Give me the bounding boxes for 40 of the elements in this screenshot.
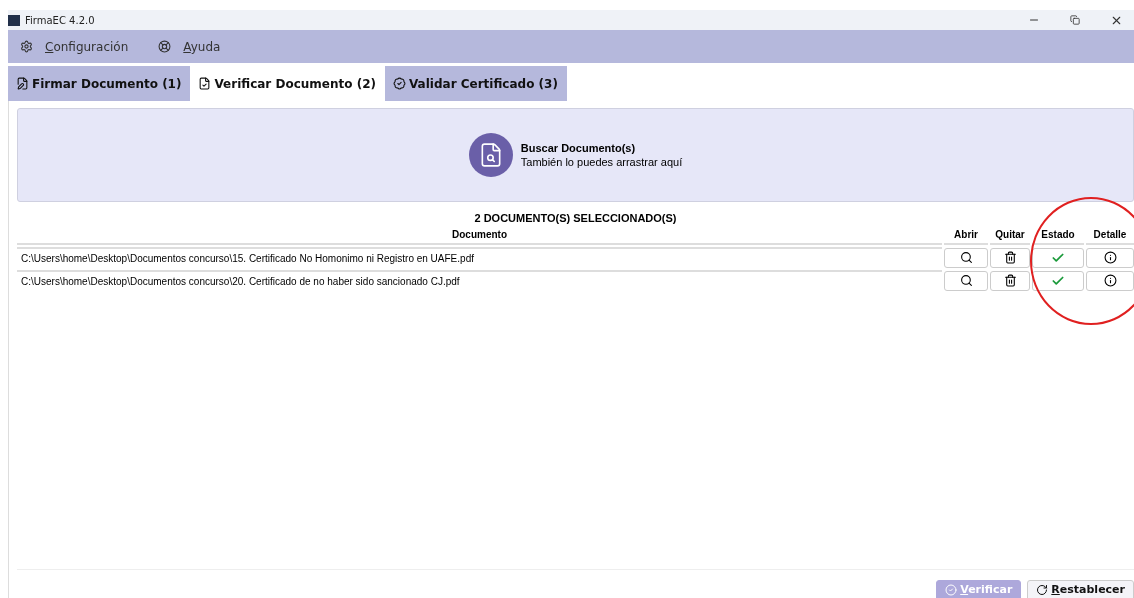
tab[interactable]: Firmar Documento (1) bbox=[8, 66, 191, 101]
search-icon bbox=[959, 274, 973, 287]
settings-icon bbox=[20, 40, 33, 53]
info-icon bbox=[1103, 274, 1117, 287]
table-cell: C:\Users\home\Desktop\Documentos concurso\20. Certificado de no haber sido sancionado CJ.pdf bbox=[17, 270, 942, 291]
remove-button[interactable] bbox=[990, 270, 1030, 291]
reset-button[interactable]: Restablecer bbox=[1027, 580, 1134, 598]
window-title: FirmaEC 4.2.0 bbox=[25, 14, 96, 26]
check-circle-icon bbox=[945, 583, 958, 596]
drop-zone-hint: También lo puedes arrastrar aquí bbox=[520, 156, 683, 168]
info-icon bbox=[1103, 251, 1117, 264]
search-icon bbox=[959, 251, 973, 264]
trash-icon bbox=[1003, 274, 1017, 287]
column-header: Documento bbox=[17, 227, 942, 245]
table-cell: C:\Users\home\Desktop\Documentos concurso\15. Certificado No Homonimo ni Registro en UAFE.pdf bbox=[17, 247, 942, 268]
menu-item[interactable]: Configuración bbox=[20, 39, 129, 54]
column-header: Abrir bbox=[944, 227, 988, 245]
open-button[interactable] bbox=[944, 247, 988, 268]
detail-button[interactable] bbox=[1086, 247, 1134, 268]
document-icon bbox=[16, 77, 29, 90]
column-header: Estado bbox=[1032, 227, 1084, 245]
help-icon bbox=[158, 40, 172, 53]
drop-zone-title: Buscar Documento(s) bbox=[520, 142, 637, 154]
app-logo-icon bbox=[8, 14, 20, 26]
open-button[interactable] bbox=[944, 270, 988, 291]
status-button[interactable] bbox=[1032, 270, 1084, 291]
column-header: Quitar bbox=[990, 227, 1030, 245]
file-search-icon bbox=[468, 133, 513, 177]
column-header: Detalle bbox=[1086, 227, 1134, 245]
detail-button[interactable] bbox=[1086, 270, 1134, 291]
menu-item[interactable]: Ayuda bbox=[158, 39, 221, 54]
badge-check-icon bbox=[393, 77, 406, 90]
drop-zone[interactable]: Buscar Documento(s) También lo puedes arrastrar aquí bbox=[17, 108, 1134, 202]
trash-icon bbox=[1003, 251, 1017, 264]
refresh-icon bbox=[1036, 583, 1049, 596]
tab[interactable]: Validar Certificado (3) bbox=[385, 66, 567, 101]
restore-icon bbox=[1070, 15, 1080, 25]
remove-button[interactable] bbox=[990, 247, 1030, 268]
selection-count: 2 DOCUMENTO(S) SELECCIONADO(S) bbox=[473, 212, 678, 224]
document-icon bbox=[198, 77, 212, 90]
